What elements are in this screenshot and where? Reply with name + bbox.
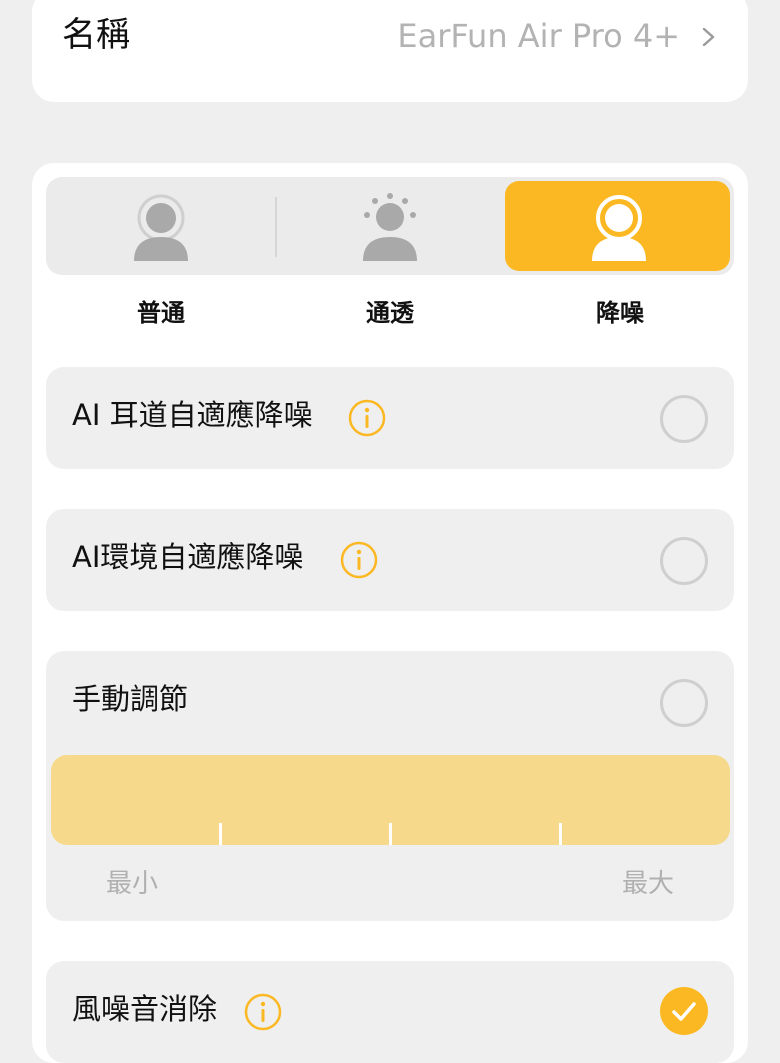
option-label: 風噪音消除 (72, 992, 218, 1026)
anc-settings-card: 普通 通透 降噪 AI 耳道自適應降噪 AI環境自適應降噪 手動調節 最小 最大 (32, 163, 748, 1063)
checkmark-icon (672, 1002, 696, 1021)
option-ai-ear-adaptive[interactable]: AI 耳道自適應降噪 (46, 367, 734, 469)
option-ai-env-adaptive[interactable]: AI環境自適應降噪 (46, 509, 734, 611)
mode-label-normal[interactable]: 普通 (101, 293, 221, 328)
anc-level-slider[interactable] (51, 755, 730, 845)
device-name-value: EarFun Air Pro 4+ (397, 17, 680, 55)
checked-toggle[interactable] (660, 987, 708, 1035)
option-label: AI 耳道自適應降噪 (72, 398, 313, 432)
info-icon[interactable] (340, 541, 378, 579)
radio-button[interactable] (660, 679, 708, 727)
option-label: 手動調節 (72, 682, 189, 716)
info-icon[interactable] (244, 993, 282, 1031)
chevron-right-icon (702, 28, 715, 46)
mode-label-transparency[interactable]: 通透 (330, 293, 450, 328)
option-label: AI環境自適應降噪 (72, 540, 304, 574)
device-name-row[interactable]: 名稱 EarFun Air Pro 4+ (32, 0, 748, 102)
info-icon[interactable] (348, 399, 386, 437)
person-sun-icon[interactable] (355, 193, 425, 263)
slider-max-label: 最大 (621, 869, 674, 899)
slider-tick (219, 823, 222, 845)
radio-button[interactable] (660, 395, 708, 443)
slider-tick (389, 823, 392, 845)
mode-segmented-control (46, 177, 734, 275)
radio-button[interactable] (660, 537, 708, 585)
mode-label-anc[interactable]: 降噪 (560, 293, 680, 328)
person-ring-icon[interactable] (584, 193, 654, 263)
person-icon[interactable] (126, 193, 196, 263)
option-wind-noise-reduction[interactable]: 風噪音消除 (46, 961, 734, 1063)
name-label: 名稱 (62, 15, 130, 55)
segment-divider (275, 197, 277, 257)
slider-tick (559, 823, 562, 845)
slider-min-label: 最小 (106, 869, 159, 899)
option-manual-adjust[interactable]: 手動調節 最小 最大 (46, 651, 734, 921)
